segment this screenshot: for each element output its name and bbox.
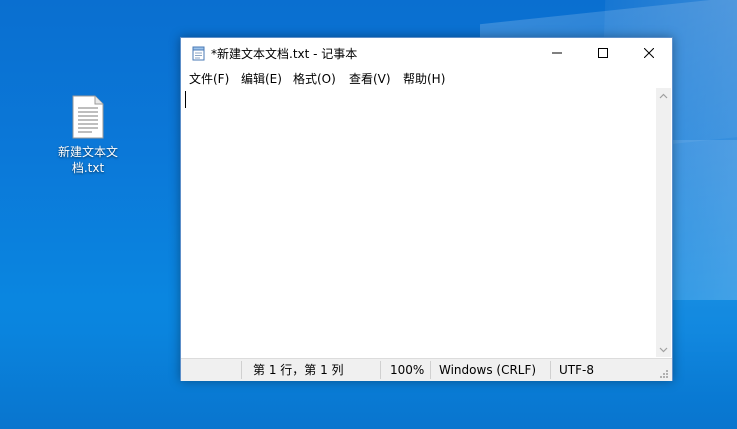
desktop-file-icon[interactable]: 新建文本文档.txt: [46, 94, 130, 176]
maximize-button[interactable]: [580, 38, 626, 68]
desktop-file-label: 新建文本文档.txt: [57, 145, 118, 175]
resize-grip-icon[interactable]: [659, 369, 669, 379]
minimize-icon: [552, 52, 562, 54]
vertical-scrollbar[interactable]: [656, 88, 671, 357]
close-icon: [644, 48, 654, 58]
maximize-icon: [598, 48, 608, 58]
menu-edit[interactable]: 编辑(E): [241, 70, 282, 87]
minimize-button[interactable]: [534, 38, 580, 68]
window-title: *新建文本文档.txt - 记事本: [211, 47, 358, 61]
menu-file[interactable]: 文件(F): [189, 70, 229, 87]
chevron-up-icon: [659, 93, 668, 98]
text-editor-area[interactable]: [182, 88, 655, 357]
close-button[interactable]: [626, 38, 672, 68]
menu-bar: 文件(F) 编辑(E) 格式(O) 查看(V) 帮助(H): [181, 68, 672, 88]
status-separator: [430, 361, 431, 379]
menu-view[interactable]: 查看(V): [349, 70, 391, 87]
chevron-down-icon: [659, 347, 668, 352]
menu-format[interactable]: 格式(O): [293, 70, 336, 87]
menu-help[interactable]: 帮助(H): [403, 70, 445, 87]
status-separator: [550, 361, 551, 379]
scroll-down-button[interactable]: [656, 342, 671, 357]
status-bar: 第 1 行，第 1 列 100% Windows (CRLF) UTF-8: [181, 358, 672, 381]
status-line-ending: Windows (CRLF): [439, 363, 537, 377]
status-encoding: UTF-8: [559, 363, 594, 377]
notepad-icon: [192, 46, 205, 61]
status-cursor-position: 第 1 行，第 1 列: [253, 363, 344, 377]
status-zoom: 100%: [390, 363, 425, 377]
status-separator: [380, 361, 381, 379]
text-document-icon: [72, 95, 104, 139]
scroll-up-button[interactable]: [656, 88, 671, 103]
title-bar[interactable]: *新建文本文档.txt - 记事本: [181, 38, 672, 68]
text-caret: [185, 91, 186, 108]
notepad-window: *新建文本文档.txt - 记事本 文件(F) 编辑(E) 格式(O) 查看(V…: [180, 37, 673, 381]
status-separator: [241, 361, 242, 379]
